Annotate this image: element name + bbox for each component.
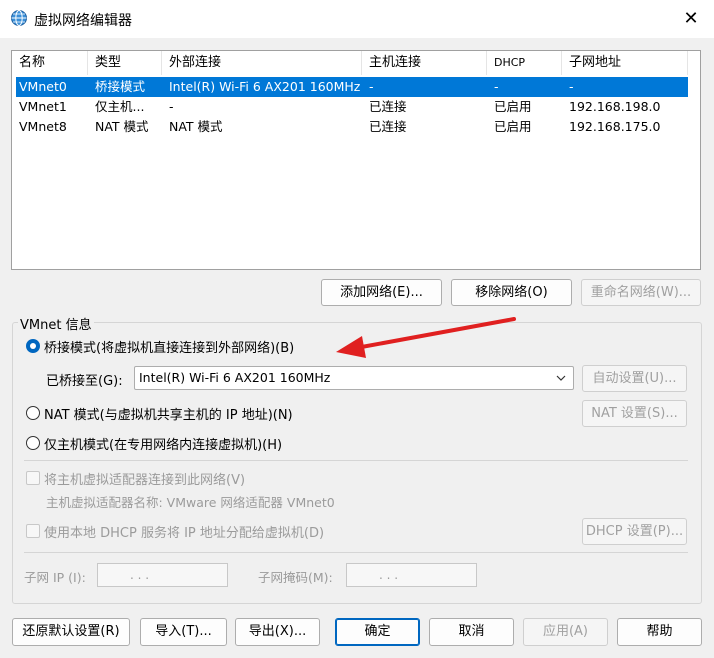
nat-settings-button[interactable]: NAT 设置(S)...	[582, 400, 687, 427]
subnet-mask-input[interactable]: . . .	[346, 563, 477, 587]
cell-host: 已连接	[369, 119, 407, 134]
apply-button[interactable]: 应用(A)	[523, 618, 608, 646]
subnet-ip-input[interactable]: . . .	[97, 563, 228, 587]
nat-mode-label[interactable]: NAT 模式(与虚拟机共享主机的 IP 地址)(N)	[44, 404, 293, 423]
subnet-ip-label: 子网 IP (I):	[24, 570, 86, 585]
cell-name: VMnet0	[19, 79, 67, 94]
bridged-mode-label[interactable]: 桥接模式(将虚拟机直接连接到外部网络)(B)	[44, 337, 294, 356]
cell-subnet: -	[569, 79, 574, 94]
vmnet-info-title: VMnet 信息	[18, 314, 94, 333]
table-row[interactable]: VMnet0 桥接模式 Intel(R) Wi-Fi 6 AX201 160MH…	[16, 77, 688, 97]
column-header-subnet[interactable]: 子网地址	[562, 51, 688, 75]
column-header-host[interactable]: 主机连接	[362, 51, 487, 75]
adapter-name-label: 主机虚拟适配器名称: VMware 网络适配器 VMnet0	[46, 495, 335, 510]
dhcp-label[interactable]: 使用本地 DHCP 服务将 IP 地址分配给虚拟机(D)	[44, 522, 324, 541]
cell-external: -	[169, 99, 174, 114]
bridged-mode-radio[interactable]	[26, 339, 40, 353]
chevron-down-icon	[556, 375, 566, 381]
remove-network-button[interactable]: 移除网络(O)	[451, 279, 572, 306]
cell-name: VMnet1	[19, 99, 67, 114]
cell-type: 仅主机...	[95, 99, 145, 114]
help-button[interactable]: 帮助	[617, 618, 702, 646]
cell-name: VMnet8	[19, 119, 67, 134]
network-globe-icon	[11, 10, 27, 26]
export-button[interactable]: 导出(X)...	[235, 618, 320, 646]
cell-host: -	[369, 79, 374, 94]
column-header-name[interactable]: 名称	[12, 51, 88, 75]
cell-type: NAT 模式	[95, 119, 149, 134]
dhcp-settings-button[interactable]: DHCP 设置(P)...	[582, 518, 687, 545]
auto-settings-button[interactable]: 自动设置(U)...	[582, 365, 687, 392]
cell-subnet: 192.168.198.0	[569, 99, 661, 114]
network-list[interactable]: 名称 类型 外部连接 主机连接 DHCP 子网地址 VMnet0 桥接模式 In…	[11, 50, 701, 270]
close-icon[interactable]: ✕	[672, 4, 710, 34]
bridged-to-value: Intel(R) Wi-Fi 6 AX201 160MHz	[139, 370, 331, 385]
cell-dhcp: -	[494, 79, 499, 94]
annotation-arrow-icon	[336, 317, 516, 358]
import-button[interactable]: 导入(T)...	[140, 618, 227, 646]
connect-adapter-checkbox[interactable]	[26, 471, 40, 485]
cell-type: 桥接模式	[95, 79, 146, 94]
cell-subnet: 192.168.175.0	[569, 119, 661, 134]
bridged-to-label: 已桥接至(G):	[46, 374, 123, 389]
column-header-dhcp[interactable]: DHCP	[487, 51, 562, 75]
cancel-button[interactable]: 取消	[429, 618, 514, 646]
divider	[24, 460, 688, 461]
nat-mode-radio[interactable]	[26, 406, 40, 420]
rename-network-button[interactable]: 重命名网络(W)...	[581, 279, 701, 306]
cell-dhcp: 已启用	[494, 119, 532, 134]
cell-external: Intel(R) Wi-Fi 6 AX201 160MHz	[169, 79, 361, 94]
ok-button[interactable]: 确定	[335, 618, 420, 646]
restore-defaults-button[interactable]: 还原默认设置(R)	[12, 618, 130, 646]
subnet-mask-label: 子网掩码(M):	[258, 570, 333, 585]
column-header-external[interactable]: 外部连接	[162, 51, 362, 75]
column-header-type[interactable]: 类型	[88, 51, 162, 75]
divider	[24, 552, 688, 553]
cell-host: 已连接	[369, 99, 407, 114]
add-network-button[interactable]: 添加网络(E)...	[321, 279, 442, 306]
table-row[interactable]: VMnet8 NAT 模式 NAT 模式 已连接 已启用 192.168.175…	[16, 117, 688, 137]
cell-external: NAT 模式	[169, 119, 223, 134]
cell-dhcp: 已启用	[494, 99, 532, 114]
window-title: 虚拟网络编辑器	[34, 13, 132, 29]
host-only-radio[interactable]	[26, 436, 40, 450]
host-only-label[interactable]: 仅主机模式(在专用网络内连接虚拟机)(H)	[44, 434, 282, 453]
dhcp-checkbox[interactable]	[26, 524, 40, 538]
connect-adapter-label[interactable]: 将主机虚拟适配器连接到此网络(V)	[44, 469, 245, 488]
table-row[interactable]: VMnet1 仅主机... - 已连接 已启用 192.168.198.0	[16, 97, 688, 117]
